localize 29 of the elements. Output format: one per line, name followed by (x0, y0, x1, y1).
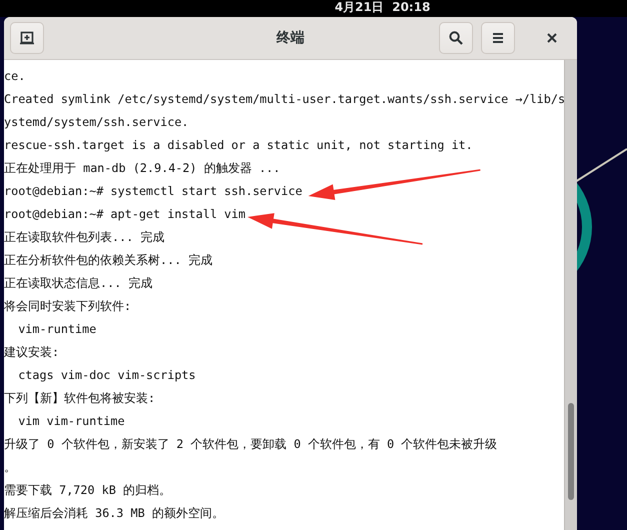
terminal-line: root@debian:~# apt-get install vim (4, 207, 246, 221)
terminal-line: rescue-ssh.target is a disabled or a static unit, not starting it. (4, 138, 473, 152)
plus-tab-icon (19, 30, 35, 46)
terminal-line: 正在处理用于 man-db (2.9.4-2) 的触发器 ... (4, 161, 280, 175)
terminal-line: 正在读取状态信息... 完成 (4, 276, 152, 290)
terminal-line: 将会同时安装下列软件: (4, 299, 132, 313)
terminal-line: ce. (4, 69, 26, 83)
terminal-line: root@debian:~# systemctl start ssh.service (4, 184, 302, 198)
window-title: 终端 (275, 29, 306, 47)
terminal-line: 需要下载 7,720 kB 的归档。 (4, 483, 172, 497)
terminal-line: 正在分析软件包的依赖关系树... 完成 (4, 253, 212, 267)
new-tab-button[interactable] (10, 22, 44, 54)
menu-icon (490, 30, 506, 46)
terminal-line: 升级了 0 个软件包，新安装了 2 个软件包，要卸载 0 个软件包，有 0 个软件包未被升级 (4, 437, 498, 451)
terminal-line: vim-runtime (17, 322, 96, 336)
scrollbar[interactable] (564, 60, 577, 530)
terminal-line: 解压缩后会消耗 36.3 MB 的额外空间。 (4, 506, 224, 520)
terminal-line: 下列【新】软件包将被安装: (4, 391, 156, 405)
terminal-line: 。 (4, 460, 16, 474)
terminal-line: Created symlink /etc/systemd/system/multi-user.target.wants/ssh.service →/lib/s (4, 92, 564, 106)
clock: 4月21日 20:18 (334, 0, 430, 16)
terminal-line: 建议安装: (4, 345, 60, 359)
terminal-line: vim vim-runtime (17, 414, 125, 428)
terminal-line: 正在读取软件包列表... 完成 (4, 230, 164, 244)
terminal-line: ctags vim-doc vim-scripts (17, 368, 196, 382)
search-icon (448, 30, 464, 46)
menu-button[interactable] (481, 22, 515, 54)
search-button[interactable] (439, 22, 473, 54)
terminal-line: ystemd/system/ssh.service. (4, 115, 189, 129)
